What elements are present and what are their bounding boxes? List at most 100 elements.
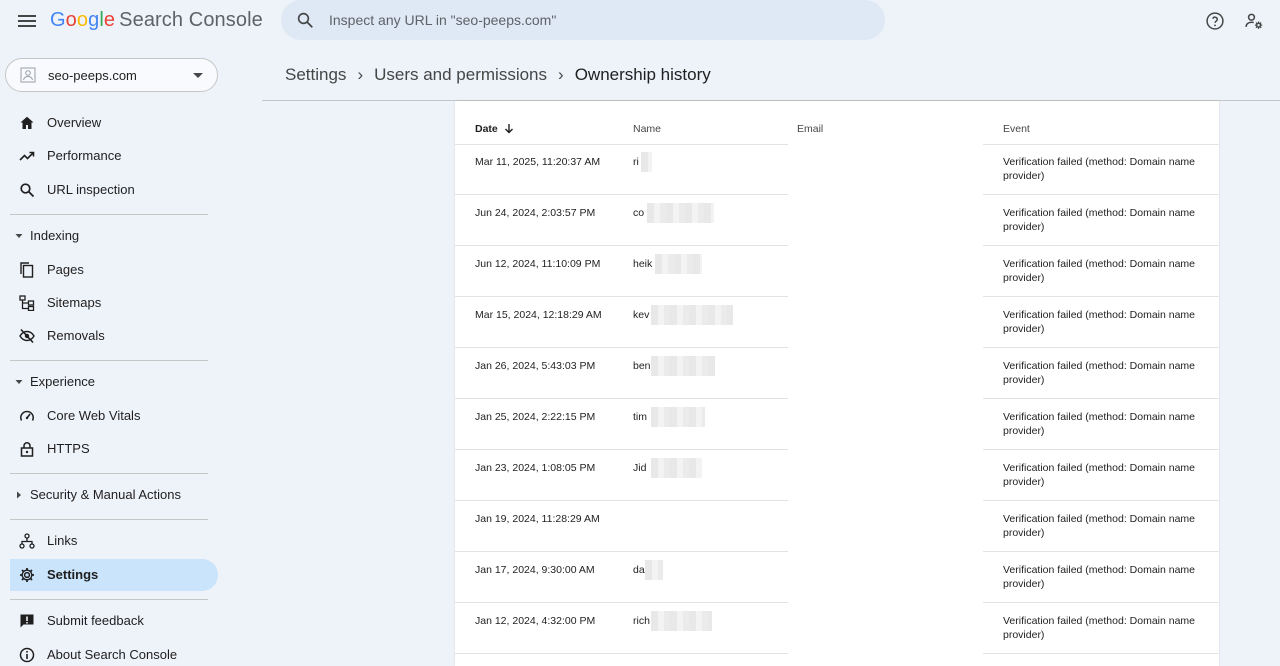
sidebar-item-performance[interactable]: Performance xyxy=(10,140,218,172)
sidebar-item-settings[interactable]: Settings xyxy=(10,559,218,591)
property-name: seo-peeps.com xyxy=(48,68,137,83)
ownership-history-table: Date Name Email Event Mar 11, 2025, 11:2… xyxy=(455,101,1219,666)
search-icon xyxy=(297,12,313,28)
search-console-logo[interactable]: Google Search Console xyxy=(50,9,263,32)
row-date: Jan 23, 2024, 1:08:05 PM xyxy=(475,462,596,474)
page-title: Ownership history xyxy=(574,65,711,84)
sitemap-icon xyxy=(19,295,35,311)
caret-down-icon xyxy=(15,234,23,238)
user-settings-icon[interactable] xyxy=(1244,11,1264,31)
row-event: Verification failed (method: Domain name… xyxy=(1003,564,1196,590)
info-icon xyxy=(19,647,35,663)
row-name: rich xyxy=(633,615,650,627)
gear-icon xyxy=(20,568,34,582)
column-header-date[interactable]: Date xyxy=(475,123,514,135)
sidebar-divider xyxy=(10,519,208,520)
sidebar-section-experience[interactable]: Experience xyxy=(10,369,218,395)
sidebar-divider xyxy=(10,214,208,215)
property-selector[interactable]: seo-peeps.com xyxy=(5,58,218,92)
links-icon xyxy=(19,533,35,549)
row-name: ben xyxy=(633,360,651,372)
row-date: Jan 26, 2024, 5:43:03 PM xyxy=(475,360,596,372)
table-row: Jan 23, 2024, 1:08:05 PM Jid Verificatio… xyxy=(455,450,1219,501)
search-icon xyxy=(20,183,35,198)
breadcrumb-separator: › xyxy=(357,65,364,84)
row-name: tim xyxy=(633,411,647,423)
sidebar-section-security[interactable]: Security & Manual Actions xyxy=(10,482,218,508)
row-name: da xyxy=(633,564,645,576)
table-row: Mar 11, 2025, 11:20:37 AM ri Verificatio… xyxy=(455,144,1219,195)
row-event: Verification failed (method: Domain name… xyxy=(1003,258,1196,284)
sidebar-divider xyxy=(10,473,208,474)
row-event: Verification failed (method: Domain name… xyxy=(1003,156,1196,182)
breadcrumb-settings-link[interactable]: Settings xyxy=(285,65,346,84)
sidebar-divider xyxy=(10,599,208,600)
row-name: ri xyxy=(633,156,639,168)
redacted-name xyxy=(647,203,714,223)
chevron-down-icon xyxy=(193,73,203,78)
caret-right-icon xyxy=(17,491,21,499)
property-icon xyxy=(20,67,36,83)
row-event: Verification failed (method: Domain name… xyxy=(1003,615,1196,641)
redacted-name xyxy=(651,356,715,376)
caret-down-icon xyxy=(15,380,23,384)
search-input[interactable] xyxy=(329,9,849,31)
pages-icon xyxy=(20,262,34,278)
trending-up-icon xyxy=(19,151,35,161)
sidebar-item-core-web-vitals[interactable]: Core Web Vitals xyxy=(10,400,218,432)
redacted-name xyxy=(651,407,705,427)
sidebar-item-pages[interactable]: Pages xyxy=(10,254,218,286)
row-name: Jid xyxy=(633,462,647,474)
sidebar-item-links[interactable]: Links xyxy=(10,525,218,557)
sidebar-section-indexing[interactable]: Indexing xyxy=(10,223,218,249)
table-row: Jan 12, 2024, 4:32:00 PM rich Verificati… xyxy=(455,603,1219,654)
breadcrumb: Settings › Users and permissions › Ownership… xyxy=(285,65,711,85)
row-event: Verification failed (method: Domain name… xyxy=(1003,411,1196,437)
row-date: Jan 25, 2024, 2:22:15 PM xyxy=(475,411,596,423)
redacted-name xyxy=(641,152,652,172)
row-date: Mar 11, 2025, 11:20:37 AM xyxy=(475,156,601,168)
row-date: Jan 12, 2024, 4:32:00 PM xyxy=(475,615,596,627)
redacted-name xyxy=(651,611,712,631)
main-menu-button[interactable] xyxy=(17,12,37,30)
row-date: Jun 12, 2024, 11:10:09 PM xyxy=(475,258,601,270)
row-event: Verification failed (method: Domain name… xyxy=(1003,207,1196,233)
lock-icon xyxy=(20,442,34,457)
row-name: kev xyxy=(633,309,650,321)
redacted-name xyxy=(645,560,663,580)
row-date: Jan 17, 2024, 9:30:00 AM xyxy=(475,564,595,576)
product-name: Search Console xyxy=(119,9,263,31)
row-date: Mar 15, 2024, 12:18:29 AM xyxy=(475,309,602,321)
feedback-icon xyxy=(20,614,34,628)
sidebar-item-removals[interactable]: Removals xyxy=(10,320,218,352)
redacted-name xyxy=(651,458,702,478)
table-row: Jan 25, 2024, 2:22:15 PM tim Verificatio… xyxy=(455,399,1219,450)
table-row: Jan 17, 2024, 9:30:00 AM da Verification… xyxy=(455,552,1219,603)
redacted-name xyxy=(655,254,702,274)
row-event: Verification failed (method: Domain name… xyxy=(1003,360,1196,386)
url-inspection-search-bar[interactable] xyxy=(281,0,885,40)
row-event: Verification failed (method: Domain name… xyxy=(1003,513,1196,539)
row-name: co xyxy=(633,207,645,219)
sidebar-item-url-inspection[interactable]: URL inspection xyxy=(10,174,218,206)
help-icon[interactable] xyxy=(1205,11,1225,31)
sidebar-item-sitemaps[interactable]: Sitemaps xyxy=(10,287,218,319)
top-bar: Google Search Console xyxy=(0,0,1280,42)
sidebar-item-submit-feedback[interactable]: Submit feedback xyxy=(10,605,218,637)
table-row: Jan 19, 2024, 11:28:29 AM Verification f… xyxy=(455,501,1219,552)
column-header-name: Name xyxy=(633,123,662,135)
breadcrumb-separator: › xyxy=(558,65,564,84)
sidebar-item-https[interactable]: HTTPS xyxy=(10,433,218,465)
sidebar-divider xyxy=(10,360,208,361)
table-row: Mar 15, 2024, 12:18:29 AM kev Verificati… xyxy=(455,297,1219,348)
breadcrumb-users-link[interactable]: Users and permissions xyxy=(374,65,547,84)
table-row: Jan 26, 2024, 5:43:03 PM ben Verificatio… xyxy=(455,348,1219,399)
home-icon xyxy=(20,116,34,129)
row-event: Verification failed (method: Domain name… xyxy=(1003,309,1196,335)
column-header-email: Email xyxy=(797,123,824,135)
sidebar-item-about[interactable]: About Search Console xyxy=(10,639,218,666)
speed-gauge-icon xyxy=(20,410,34,421)
row-name: heik xyxy=(633,258,653,270)
arrow-down-icon[interactable] xyxy=(504,123,514,134)
sidebar-item-overview[interactable]: Overview xyxy=(10,107,218,139)
